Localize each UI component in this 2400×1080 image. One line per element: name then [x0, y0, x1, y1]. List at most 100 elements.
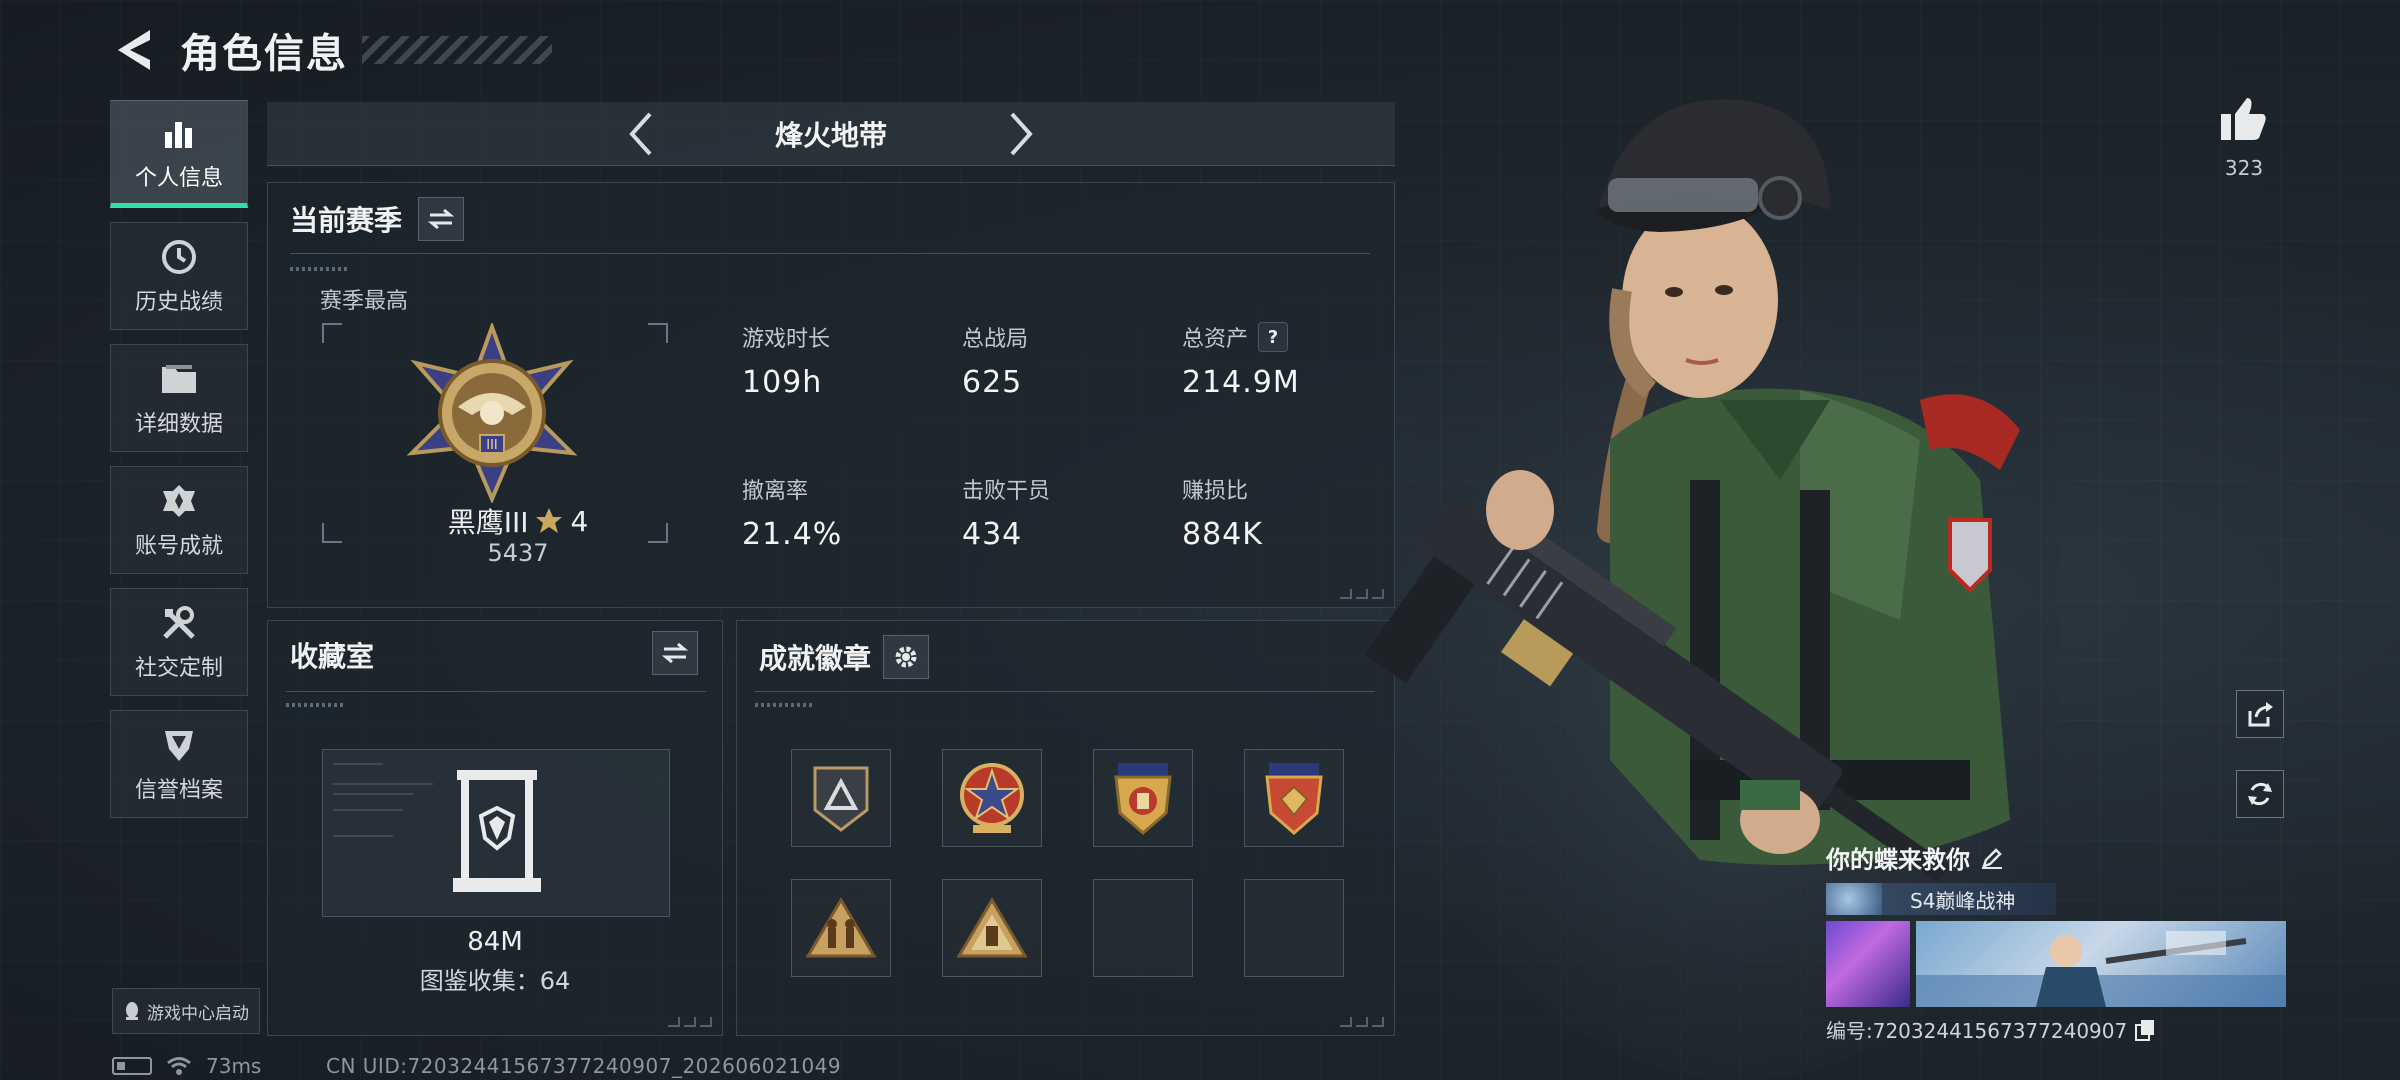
star-icon — [536, 508, 563, 533]
swap-icon — [662, 642, 688, 664]
status-bar: 73ms — [112, 1054, 261, 1078]
corner-decoration — [668, 1017, 712, 1027]
player-title-tag: S4巅峰战神 — [1826, 883, 2056, 915]
badge-slot[interactable] — [942, 879, 1042, 977]
badge-slot-empty[interactable] — [1093, 879, 1193, 977]
divider-ticks — [286, 703, 344, 707]
divider — [290, 253, 1370, 254]
badge-slot[interactable] — [1093, 749, 1193, 847]
like-button[interactable]: 323 — [2214, 96, 2274, 180]
character-banner-card[interactable] — [1916, 921, 2286, 1007]
help-button[interactable]: ? — [1258, 322, 1289, 352]
rank-score: 5437 — [487, 539, 549, 567]
swap-icon — [428, 208, 455, 230]
folder-icon — [158, 358, 200, 400]
launch-label: 游戏中心启动 — [147, 1003, 249, 1024]
sidebar-item-label: 历史战绩 — [134, 290, 223, 315]
sidebar-item-label: 账号成就 — [134, 534, 223, 559]
sidebar: 个人信息 历史战绩 详细数据 账号成就 社交定制 信誉档案 — [110, 100, 250, 832]
stat-label-row: 总资产 ? — [1182, 321, 1300, 353]
ping-text: 73ms — [206, 1054, 262, 1078]
uid-text: CN UID:72032441567377240907_202606021049 — [326, 1054, 842, 1078]
player-card: 你的蝶来救你 S4巅峰战神 编号:72032441567377240907 — [1826, 840, 2286, 1044]
sidebar-item-details[interactable]: 详细数据 — [110, 344, 248, 452]
chevron-left-icon — [629, 112, 652, 155]
title-tag-text: S4巅峰战神 — [1910, 888, 2016, 913]
title-decoration — [362, 36, 552, 64]
stat-value: 214.9M — [1182, 365, 1300, 400]
badges-header: 成就徽章 — [759, 635, 930, 679]
collection-value: 84M — [467, 927, 523, 957]
stat-label: 击败干员 — [962, 479, 1051, 504]
stat-label: 游戏时长 — [742, 327, 831, 352]
weapon-skin-card[interactable] — [1826, 921, 1910, 1007]
collection-switch-button[interactable] — [652, 631, 698, 675]
stat-value: 21.4% — [742, 517, 843, 552]
stat-total-assets: 总资产 ? 214.9M — [1182, 321, 1300, 400]
collection-count: 图鉴收集：64 — [419, 967, 571, 995]
player-id: 编号:72032441567377240907 — [1826, 1019, 2128, 1043]
edit-icon[interactable] — [1980, 846, 2004, 870]
game-center-launch-button[interactable]: 游戏中心启动 — [112, 988, 260, 1034]
stat-play-time: 游戏时长 109h — [742, 321, 830, 400]
share-button[interactable] — [2236, 690, 2284, 738]
soldiers-badge-icon — [805, 897, 877, 958]
divider — [755, 691, 1375, 692]
player-id-row: 编号:72032441567377240907 — [1826, 1015, 2286, 1044]
sidebar-item-social[interactable]: 社交定制 — [110, 588, 248, 696]
season-switch-button[interactable] — [418, 197, 465, 241]
divider-ticks — [755, 703, 813, 707]
season-title: 当前赛季 — [290, 204, 403, 237]
wifi-icon — [167, 1057, 191, 1075]
gem-medal-badge-icon — [1265, 763, 1323, 835]
stat-value: 434 — [962, 517, 1023, 552]
badge-slot[interactable] — [791, 879, 891, 977]
badge-slot-empty[interactable] — [1244, 879, 1344, 977]
achievement-badges-panel: 成就徽章 — [736, 620, 1395, 1036]
mode-selector: 烽火地带 — [267, 102, 1395, 166]
mode-name: 烽火地带 — [774, 118, 887, 152]
badge-slot[interactable] — [791, 749, 891, 847]
sidebar-item-reputation[interactable]: 信誉档案 — [110, 710, 248, 818]
stat-label: 总战局 — [962, 327, 1029, 352]
triangle-badge-icon — [813, 766, 869, 832]
stat-label: 赚损比 — [1182, 479, 1249, 504]
tools-icon — [158, 602, 200, 644]
back-arrow-icon — [118, 30, 150, 70]
collection-title: 收藏室 — [290, 640, 375, 673]
badges-settings-button[interactable] — [883, 635, 930, 679]
stat-value: 884K — [1182, 517, 1263, 552]
sidebar-item-history[interactable]: 历史战绩 — [110, 222, 248, 330]
sidebar-item-achievements[interactable]: 账号成就 — [110, 466, 248, 574]
collection-room-preview[interactable] — [322, 749, 670, 917]
stat-operators-defeated: 击败干员 434 — [962, 473, 1050, 552]
achievement-icon — [158, 480, 200, 522]
stat-label: 撤离率 — [742, 479, 809, 504]
card-showcase — [1826, 921, 2286, 1007]
sidebar-item-personal-info[interactable]: 个人信息 — [110, 100, 248, 208]
season-best-label: 赛季最高 — [320, 289, 409, 314]
svg-text:III: III — [486, 438, 498, 453]
penguin-icon — [126, 1002, 138, 1020]
stat-label: 总资产 — [1182, 327, 1249, 352]
badge-slot[interactable] — [942, 749, 1042, 847]
sidebar-item-label: 详细数据 — [134, 412, 223, 437]
like-count: 323 — [2224, 156, 2264, 180]
mode-prev-button[interactable] — [611, 104, 671, 164]
title-emblem-icon — [1826, 883, 1882, 915]
share-icon — [2248, 702, 2273, 727]
rank-name-row: 黑鹰III 4 — [318, 501, 718, 541]
back-button[interactable] — [112, 24, 156, 76]
divider — [286, 691, 706, 692]
sidebar-item-label: 信誉档案 — [134, 778, 223, 803]
display-case-icon — [333, 763, 541, 892]
badge-slot[interactable] — [1244, 749, 1344, 847]
refresh-button[interactable] — [2236, 770, 2284, 818]
sidebar-item-label: 个人信息 — [134, 166, 223, 191]
shield-icon — [158, 724, 200, 766]
clock-icon — [158, 236, 200, 278]
bar-chart-icon — [158, 112, 200, 154]
copy-icon[interactable] — [2135, 1019, 2155, 1041]
mode-next-button[interactable] — [991, 104, 1051, 164]
star-medal-badge-icon — [960, 763, 1024, 833]
